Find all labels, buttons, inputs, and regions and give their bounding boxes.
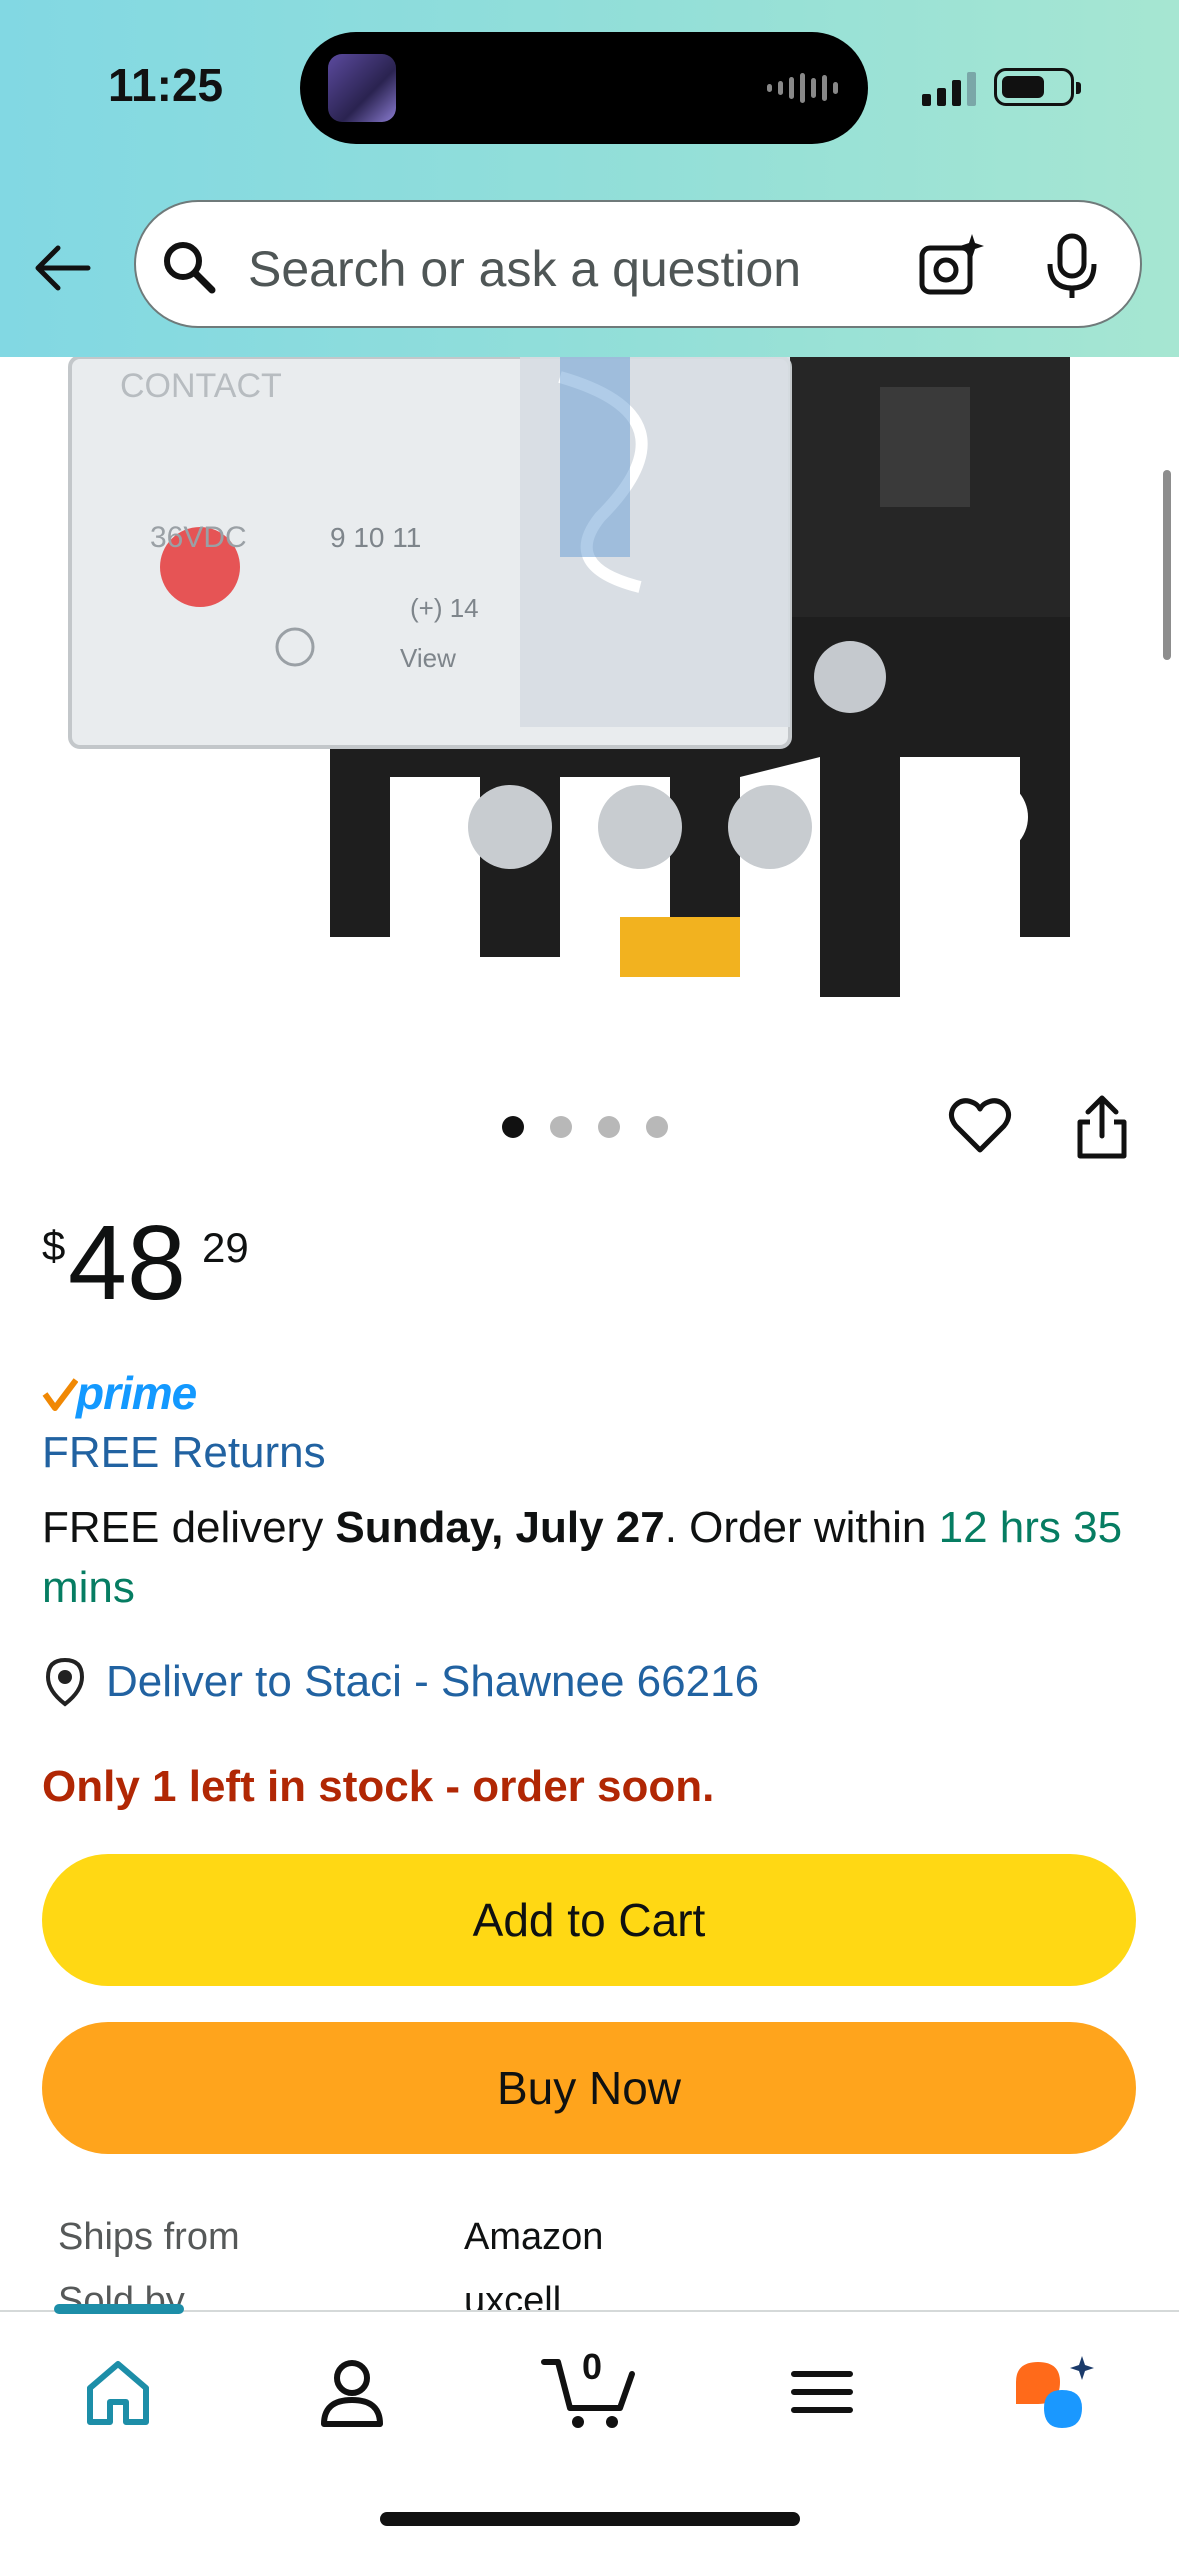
svg-text:CONTACT: CONTACT: [120, 367, 282, 405]
delivery-prefix: FREE delivery: [42, 1503, 336, 1552]
pagination-dot-2[interactable]: [550, 1116, 572, 1138]
cart-tab[interactable]: 0: [540, 2346, 640, 2432]
battery-icon: [994, 68, 1081, 106]
search-input[interactable]: Search or ask a question: [248, 240, 801, 298]
delivery-info: FREE delivery Sunday, July 27. Order wit…: [42, 1498, 1132, 1618]
ships-from-value: Amazon: [464, 2216, 604, 2258]
account-icon[interactable]: [312, 2352, 392, 2432]
cart-count: 0: [582, 2346, 603, 2387]
svg-text:View: View: [400, 643, 456, 673]
stock-status: Only 1 left in stock - order soon.: [42, 1762, 715, 1811]
product-image[interactable]: CONTACT 36VDC 9 10 11 (+) 14 View: [0, 357, 1179, 1057]
price-whole: 48: [68, 1204, 186, 1322]
svg-text:36VDC: 36VDC: [150, 521, 247, 554]
buy-now-button[interactable]: Buy Now: [42, 2022, 1136, 2154]
price-currency: $: [42, 1222, 66, 1269]
microphone-icon[interactable]: [1042, 232, 1102, 302]
camera-lens-icon[interactable]: [916, 232, 986, 302]
search-bar[interactable]: Search or ask a question: [134, 200, 1142, 328]
delivery-mid: . Order within: [664, 1503, 939, 1552]
back-arrow-icon[interactable]: [32, 236, 96, 300]
home-indicator[interactable]: [380, 2512, 800, 2526]
location-pin-icon: [45, 1657, 85, 1707]
search-icon: [164, 242, 216, 294]
free-returns-link[interactable]: FREE Returns: [42, 1428, 326, 1478]
dynamic-island: [300, 32, 868, 144]
prime-check-icon: [42, 1378, 78, 1411]
deliver-to-address[interactable]: Deliver to Staci - Shawnee 66216: [106, 1657, 759, 1707]
menu-icon[interactable]: [782, 2352, 862, 2432]
heart-icon[interactable]: [948, 1096, 1012, 1156]
active-tab-indicator: [54, 2304, 184, 2314]
pagination-dot-4[interactable]: [646, 1116, 668, 1138]
prime-label: prime: [76, 1367, 197, 1419]
status-time: 11:25: [108, 59, 224, 111]
svg-text:(+) 14: (+) 14: [410, 593, 479, 623]
audio-waveform-icon: [767, 70, 838, 106]
deliver-to-link[interactable]: Deliver to Staci - Shawnee 66216: [42, 1654, 759, 1710]
price-fraction: 29: [202, 1224, 249, 1271]
add-to-cart-button[interactable]: Add to Cart: [42, 1854, 1136, 1986]
svg-text:9 10 11: 9 10 11: [330, 522, 421, 553]
now-playing-artwork: [328, 54, 396, 122]
ships-from-label: Ships from: [58, 2216, 240, 2258]
rufus-assistant-icon[interactable]: [1010, 2352, 1100, 2432]
image-pagination-dots[interactable]: [502, 1116, 668, 1138]
pagination-dot-3[interactable]: [598, 1116, 620, 1138]
cellular-signal-icon: [922, 66, 976, 106]
delivery-date: Sunday, July 27: [335, 1503, 665, 1552]
scroll-indicator[interactable]: [1163, 470, 1171, 660]
pagination-dot-1[interactable]: [502, 1116, 524, 1138]
header: 11:25 Search or ask a question: [0, 0, 1179, 357]
home-icon[interactable]: [78, 2352, 158, 2432]
share-icon[interactable]: [1072, 1094, 1132, 1160]
relay-illustration: CONTACT 36VDC 9 10 11 (+) 14 View: [68, 357, 1070, 997]
